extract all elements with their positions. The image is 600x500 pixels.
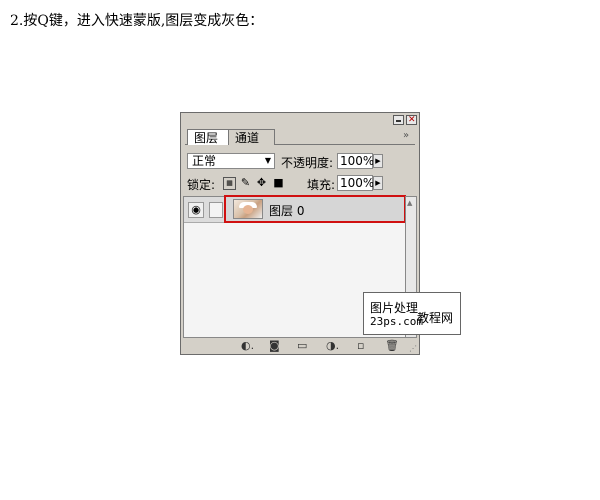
watermark-line1: 图片处理 xyxy=(370,301,419,315)
watermark-line2: 23ps.com xyxy=(370,315,423,328)
tab-layers[interactable]: 图层 xyxy=(187,129,229,145)
scroll-up-icon[interactable]: ▲ xyxy=(407,199,412,207)
blend-mode-select[interactable]: 正常 ▼ xyxy=(187,153,275,169)
add-mask-icon[interactable]: ◙ xyxy=(269,340,280,352)
lock-fill-row: 锁定: ▦ ✎ ✥ ■ 填充: 100% ▶ xyxy=(185,175,417,193)
thumbnail-image xyxy=(243,205,253,214)
panel-footer: ◐. ◙ ▭ ◑. ▫ 🗑 ⋰ xyxy=(183,339,417,353)
layer-thumbnail xyxy=(233,199,263,219)
watermark-side: 教程网 xyxy=(417,311,454,325)
panel-menu-icon[interactable]: » xyxy=(403,130,409,141)
blend-opacity-row: 正常 ▼ 不透明度: 100% ▶ xyxy=(185,153,417,171)
lock-transparent-icon[interactable]: ▦ xyxy=(223,177,236,190)
close-icon: ✕ xyxy=(408,115,416,125)
chevron-down-icon: ▼ xyxy=(264,156,271,165)
close-button[interactable]: ✕ xyxy=(406,115,417,125)
tab-channels[interactable]: 通道 xyxy=(229,129,275,145)
layer-style-icon[interactable]: ◐. xyxy=(241,340,254,352)
fill-input[interactable]: 100% xyxy=(337,175,374,191)
watermark: 图片处理 23ps.com 教程网 xyxy=(363,292,461,335)
lock-move-icon[interactable]: ✥ xyxy=(256,177,267,188)
tab-divider xyxy=(275,144,415,145)
delete-layer-icon[interactable]: 🗑 xyxy=(385,340,399,352)
opacity-input[interactable]: 100% xyxy=(337,153,374,169)
fill-slider-button[interactable]: ▶ xyxy=(373,176,383,190)
lock-all-icon[interactable]: ■ xyxy=(273,177,284,188)
blend-mode-value: 正常 xyxy=(192,154,217,168)
panel-titlebar: ✕ xyxy=(181,113,419,127)
link-toggle[interactable] xyxy=(209,202,223,218)
opacity-label: 不透明度: xyxy=(281,156,334,170)
resize-grip-icon[interactable]: ⋰ xyxy=(409,344,417,353)
fill-label: 填充: xyxy=(307,178,336,192)
instruction-text: 2.按Q键，进入快速蒙版,图层变成灰色： xyxy=(10,13,264,29)
lock-label: 锁定: xyxy=(187,178,216,192)
opacity-slider-button[interactable]: ▶ xyxy=(373,154,383,168)
lock-paint-icon[interactable]: ✎ xyxy=(240,177,251,188)
eye-icon[interactable]: ◉ xyxy=(188,202,204,218)
layer-name[interactable]: 图层 0 xyxy=(269,202,304,219)
minimize-button[interactable] xyxy=(393,115,404,125)
new-layer-icon[interactable]: ▫ xyxy=(357,340,364,352)
layer-row[interactable]: ◉ 图层 0 xyxy=(184,195,406,223)
adjustment-layer-icon[interactable]: ◑. xyxy=(326,340,339,352)
new-group-icon[interactable]: ▭ xyxy=(297,340,307,352)
panel-tabs: 图层 通道 xyxy=(185,129,415,146)
layer-highlight[interactable]: 图层 0 xyxy=(224,195,406,223)
minimize-icon xyxy=(396,120,401,122)
